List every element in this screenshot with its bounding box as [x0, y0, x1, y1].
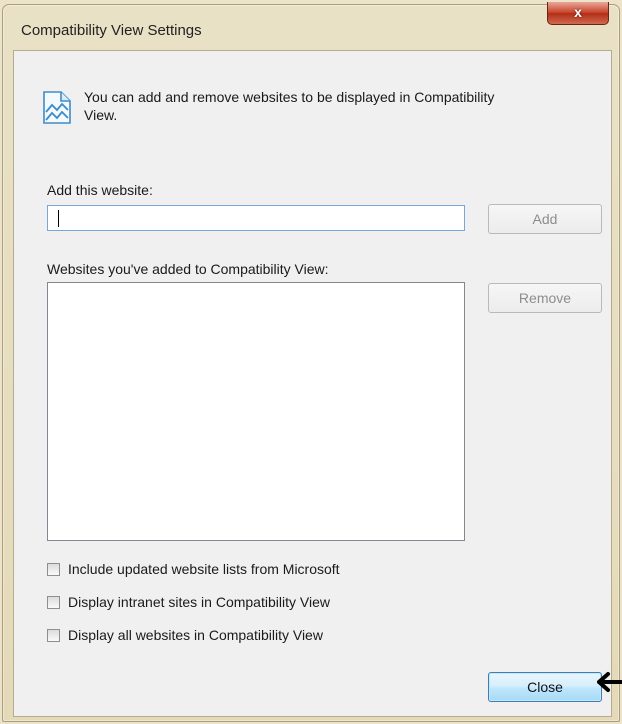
- checkbox-label: Include updated website lists from Micro…: [68, 561, 340, 577]
- dialog-title: Compatibility View Settings: [21, 22, 202, 39]
- close-button[interactable]: Close: [488, 672, 602, 702]
- intro-text: You can add and remove websites to be di…: [84, 89, 495, 123]
- checkbox-label: Display all websites in Compatibility Vi…: [68, 627, 323, 643]
- add-website-input[interactable]: [47, 205, 465, 231]
- window-close-button[interactable]: x: [547, 2, 609, 25]
- compatibility-view-icon: [43, 91, 71, 124]
- checkbox[interactable]: [47, 629, 60, 642]
- compatibility-view-dialog: Compatibility View Settings x You can ad…: [2, 2, 620, 722]
- websites-list-label: Websites you've added to Compatibility V…: [47, 261, 329, 277]
- checkbox-label: Display intranet sites in Compatibility …: [68, 594, 330, 610]
- checkbox[interactable]: [47, 563, 60, 576]
- dialog-body: You can add and remove websites to be di…: [13, 50, 612, 717]
- add-button[interactable]: Add: [488, 204, 602, 234]
- checkbox[interactable]: [47, 596, 60, 609]
- title-bar[interactable]: Compatibility View Settings x: [3, 2, 619, 53]
- text-caret: [58, 210, 59, 227]
- remove-button[interactable]: Remove: [488, 283, 602, 313]
- add-website-label: Add this website:: [47, 182, 153, 198]
- websites-list[interactable]: [47, 282, 465, 541]
- pointer-arrow-icon: [597, 672, 622, 692]
